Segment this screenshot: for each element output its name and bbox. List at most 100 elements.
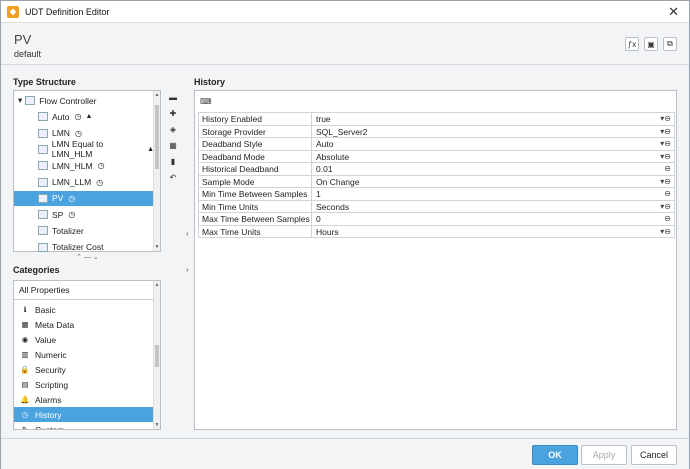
property-name: Deadband Style: [199, 138, 312, 150]
cancel-button[interactable]: Cancel: [631, 445, 677, 465]
category-history[interactable]: ◷ History: [14, 407, 154, 422]
property-value-dropdown[interactable]: Hours: [312, 225, 654, 237]
editor-icon[interactable]: ▣: [644, 37, 658, 51]
property-value-dropdown[interactable]: true: [312, 113, 654, 125]
scroll-up-icon[interactable]: ▲: [154, 282, 160, 288]
property-row[interactable]: Max Time Units Hours ▾⊖: [199, 225, 674, 238]
binding-link-icon[interactable]: ⊖: [664, 114, 671, 123]
row-actions: ▾⊖: [654, 113, 674, 125]
tree-item[interactable]: LMN ◷: [14, 126, 154, 141]
tree-scrollbar[interactable]: ▲ ▼: [153, 91, 160, 251]
property-value-field[interactable]: 1: [312, 188, 654, 200]
binding-link-icon[interactable]: ⊖: [664, 202, 671, 211]
new-member-icon[interactable]: ✚: [166, 109, 180, 125]
property-value-dropdown[interactable]: Absolute: [312, 150, 654, 162]
collapse-left-icon[interactable]: ‹: [186, 229, 189, 238]
history-clock-icon: ◷: [74, 112, 82, 122]
tree-item[interactable]: PV ◷: [14, 190, 154, 206]
binding-link-icon[interactable]: ⊖: [664, 177, 671, 186]
property-row[interactable]: Max Time Between Samples 0 ⊖: [199, 213, 674, 226]
scroll-thumb[interactable]: [155, 345, 159, 367]
property-value-field[interactable]: 0.01: [312, 163, 654, 175]
binding-link-icon[interactable]: ⊖: [664, 152, 671, 161]
undo-icon[interactable]: ↶: [166, 173, 180, 189]
numeric-icon: ▥: [21, 350, 29, 359]
expand-arrow-icon[interactable]: ▾: [18, 95, 22, 106]
row-actions: ▾⊖: [654, 125, 674, 137]
category-label: Alarms: [35, 394, 62, 405]
tree-item[interactable]: Totalizer: [14, 223, 154, 238]
tag-icon: [38, 161, 48, 171]
scroll-thumb[interactable]: [155, 105, 159, 169]
expression-icon[interactable]: ƒx: [625, 37, 639, 51]
category-label: Numeric: [35, 349, 67, 360]
category-security[interactable]: 🔒 Security: [14, 362, 154, 377]
property-row[interactable]: Min Time Between Samples 1 ⊖: [199, 188, 674, 201]
category-meta-data[interactable]: ▦ Meta Data: [14, 317, 154, 332]
property-value-dropdown[interactable]: On Change: [312, 175, 654, 187]
bell-icon: 🔔: [20, 395, 30, 404]
property-row[interactable]: Deadband Style Auto ▾⊖: [199, 138, 674, 151]
title-bar: ◆ UDT Definition Editor ✕: [1, 1, 689, 23]
category-value[interactable]: ◉ Value: [14, 332, 154, 347]
binding-link-icon[interactable]: ⊖: [664, 214, 671, 223]
category-scripting[interactable]: ▤ Scripting: [14, 377, 154, 392]
property-value-dropdown[interactable]: Auto: [312, 138, 654, 150]
property-row[interactable]: Deadband Mode Absolute ▾⊖: [199, 150, 674, 163]
binding-link-icon[interactable]: ⊖: [664, 189, 671, 198]
property-row[interactable]: Storage Provider SQL_Server2 ▾⊖: [199, 125, 674, 138]
category-custom[interactable]: ✎ Custom: [14, 422, 154, 430]
table-view-icon[interactable]: ⌨: [200, 97, 212, 106]
property-row[interactable]: Min Time Units Seconds ▾⊖: [199, 200, 674, 213]
grid-icon[interactable]: ▦: [166, 141, 180, 157]
property-row[interactable]: Sample Mode On Change ▾⊖: [199, 175, 674, 188]
history-clock-icon: ◷: [74, 128, 82, 138]
category-label: Meta Data: [35, 319, 75, 330]
tree-item[interactable]: LMN Equal to LMN_HLM ▲: [14, 139, 154, 159]
category-basic[interactable]: ℹ Basic: [14, 302, 154, 317]
all-properties-item[interactable]: All Properties: [14, 281, 154, 300]
delete-icon[interactable]: ▮: [166, 157, 180, 173]
scroll-down-icon[interactable]: ▼: [154, 244, 160, 250]
ok-button[interactable]: OK: [532, 445, 578, 465]
binding-link-icon[interactable]: ⊖: [664, 164, 671, 173]
tree-item-label: LMN_HLM: [52, 160, 93, 171]
row-actions: ⊖: [654, 163, 674, 175]
value-icon: ◉: [21, 335, 29, 344]
binding-link-icon[interactable]: ⊖: [664, 139, 671, 148]
lock-icon: 🔒: [20, 365, 30, 374]
tree-item-label: Totalizer Cost: [52, 242, 104, 253]
header: PV default ƒx ▣ ⧉: [1, 23, 689, 65]
binding-link-icon[interactable]: ⊖: [664, 127, 671, 136]
expand-right-icon[interactable]: ›: [186, 265, 189, 274]
scroll-up-icon[interactable]: ▲: [154, 92, 160, 98]
categories-scrollbar[interactable]: ▲ ▼: [153, 281, 160, 429]
category-alarms[interactable]: 🔔 Alarms: [14, 392, 154, 407]
tree-splitter[interactable]: ⌃ ⎯⎯ ⌄: [76, 253, 99, 262]
tree-item[interactable]: LMN_HLM ◷: [14, 158, 154, 173]
tree-item-label: LMN_LLM: [52, 177, 92, 187]
scroll-down-icon[interactable]: ▼: [154, 422, 160, 428]
tag-icon[interactable]: ◈: [166, 125, 180, 141]
property-row[interactable]: Historical Deadband 0.01 ⊖: [199, 163, 674, 176]
tree-item-label: SP: [52, 209, 64, 220]
tag-icon: [38, 112, 48, 122]
info-icon: ℹ: [23, 305, 27, 314]
property-value-dropdown[interactable]: Seconds: [312, 200, 654, 212]
copy-icon[interactable]: ⧉: [663, 37, 677, 51]
tree-item[interactable]: Auto ◷ ▲: [14, 109, 154, 124]
property-value-field[interactable]: 0: [312, 213, 654, 225]
property-row[interactable]: History Enabled true ▾⊖: [199, 113, 674, 126]
property-name: Storage Provider: [199, 125, 312, 137]
category-numeric[interactable]: ▥ Numeric: [14, 347, 154, 362]
binding-link-icon[interactable]: ⊖: [664, 227, 671, 236]
tree-item[interactable]: LMN_LLM ◷: [14, 175, 154, 190]
close-icon[interactable]: ✕: [668, 4, 679, 20]
tree-item[interactable]: SP ◷: [14, 207, 154, 222]
folder-icon[interactable]: ▬: [166, 93, 180, 109]
tree-item[interactable]: ▾ Flow Controller: [14, 93, 154, 108]
category-label: Custom: [35, 424, 65, 430]
property-value-dropdown[interactable]: SQL_Server2: [312, 125, 654, 137]
tag-icon: [38, 210, 48, 220]
apply-button[interactable]: Apply: [581, 445, 627, 465]
